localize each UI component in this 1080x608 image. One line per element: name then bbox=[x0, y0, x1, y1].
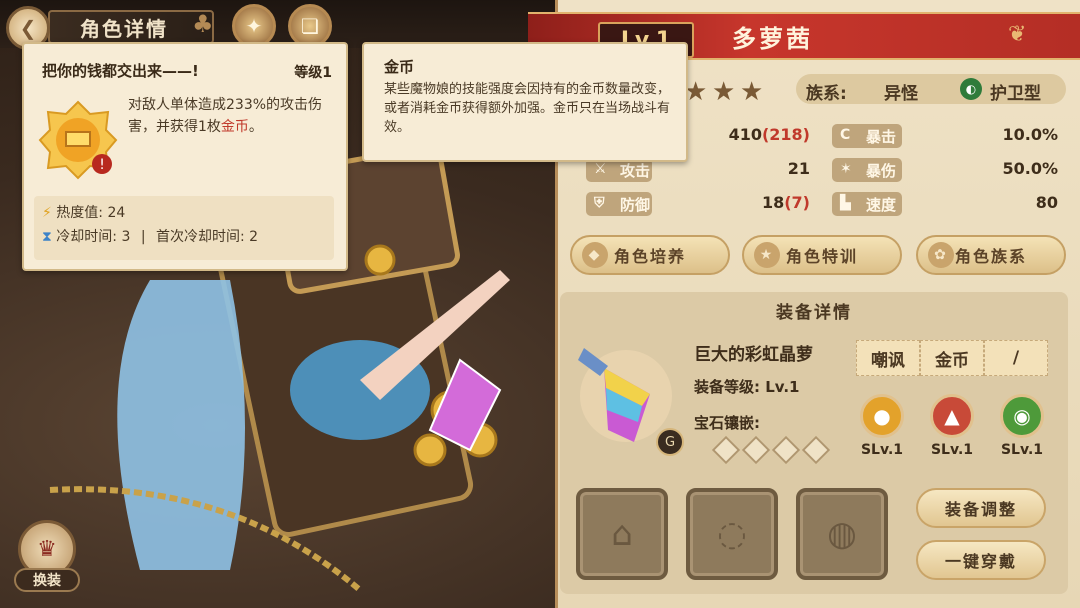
heat-row: ⚡ 热度值: 24 bbox=[42, 205, 126, 221]
character-train-button[interactable]: ◆ 角色培养 bbox=[570, 235, 730, 275]
ring-icon: ◍ bbox=[827, 514, 857, 554]
skill-description: 对敌人单体造成233%的攻击伤害，并获得1枚金币。 bbox=[128, 97, 323, 135]
role-type: 护卫型 bbox=[990, 84, 1041, 104]
swap-outfit-label[interactable]: 换装 bbox=[14, 568, 80, 592]
adjust-equipment-button[interactable]: 装备调整 bbox=[916, 488, 1046, 528]
paw-icon: ✿ bbox=[928, 242, 954, 268]
character-name: 多萝茜 bbox=[732, 24, 813, 53]
cat-icon: ◆ bbox=[582, 242, 608, 268]
equipment-rarity-icon: G bbox=[656, 428, 684, 456]
crit-value: 10.0% bbox=[1002, 125, 1058, 144]
coin-skill-icon[interactable]: ● bbox=[860, 394, 904, 438]
shield-type-icon: ◐ bbox=[960, 78, 982, 100]
star-badge-icon: ★ bbox=[754, 242, 780, 268]
defense-label: ⛨ 防御 bbox=[586, 192, 652, 216]
heart-back-icon: ❮ bbox=[19, 16, 37, 40]
defense-value: 18(7) bbox=[761, 193, 810, 212]
skill-icon: ! bbox=[38, 100, 118, 180]
game-screen: 角色详情 ❮ ♣ ✦ ❏ Lv.1 多萝茜 ❦ ★ ★ ★ 族系: 异怪 ◐ 护… bbox=[0, 0, 1080, 608]
star-icon: ★ bbox=[740, 77, 764, 107]
skill-level: SLv.1 bbox=[930, 442, 974, 458]
skill-title: 把你的钱都交出来——! bbox=[42, 62, 199, 80]
gem-inlay-label: 宝石镶嵌: bbox=[694, 414, 760, 432]
equipment-level: 装备等级: Lv.1 bbox=[694, 378, 800, 396]
gold-coin bbox=[364, 244, 396, 276]
speed-label: ▙ 速度 bbox=[832, 192, 902, 216]
gold-coin bbox=[413, 433, 447, 467]
coin-description: 某些魔物娘的技能强度会因持有的金币数量改变，或者消耗金币获得额外加强。金币只在当… bbox=[384, 82, 671, 135]
ring-slot[interactable]: ◍ bbox=[796, 488, 888, 580]
book-icon: ❏ bbox=[301, 14, 319, 38]
coin-title: 金币 bbox=[384, 58, 415, 76]
hat-slot[interactable]: ⌂ bbox=[576, 488, 668, 580]
character-hair bbox=[117, 280, 245, 570]
crit-icon: C bbox=[840, 127, 851, 143]
character-faction-button[interactable]: ✿ 角色族系 bbox=[916, 235, 1066, 275]
coin-bag-skill-icon[interactable]: ◉ bbox=[1000, 394, 1044, 438]
carrot-skill-icon[interactable]: ▲ bbox=[930, 394, 974, 438]
speed-value: 80 bbox=[1035, 193, 1058, 212]
faction-label: 族系: bbox=[806, 84, 847, 104]
shield-icon: ⛨ bbox=[594, 195, 605, 211]
skill-level: SLv.1 bbox=[1000, 442, 1044, 458]
burst-icon: ✶ bbox=[840, 161, 852, 177]
faction-value: 异怪 bbox=[884, 84, 918, 104]
hourglass-icon: ⧗ bbox=[42, 229, 52, 245]
attack-value: 21 bbox=[787, 159, 810, 178]
ornament-icon: ❦ bbox=[1008, 22, 1027, 47]
hat-icon: ⌂ bbox=[611, 514, 633, 554]
equipment-title: 装备详情 bbox=[776, 303, 852, 323]
equip-all-button[interactable]: 一键穿戴 bbox=[916, 540, 1046, 580]
crit-damage-label: ✶ 暴伤 bbox=[832, 158, 902, 182]
equipment-tag: 金币 bbox=[920, 340, 984, 376]
skill-level-label: 等级1 bbox=[294, 65, 332, 81]
skill-level: SLv.1 bbox=[860, 442, 904, 458]
character-special-training-button[interactable]: ★ 角色特训 bbox=[742, 235, 902, 275]
necklace-slot[interactable]: ◌ bbox=[686, 488, 778, 580]
lightning-icon: ⚡ bbox=[42, 205, 52, 221]
outfit-icon: ♛ bbox=[37, 536, 57, 562]
hp-value: 410(218) bbox=[728, 125, 810, 144]
clover-icon: ♣ bbox=[192, 10, 214, 38]
compass-icon: ✦ bbox=[245, 14, 263, 38]
star-icon: ★ bbox=[712, 77, 736, 107]
equipment-tag: / bbox=[984, 340, 1048, 376]
boot-icon: ▙ bbox=[840, 195, 851, 211]
sword-icon: ⚔ bbox=[594, 161, 607, 177]
crit-label: C 暴击 bbox=[832, 124, 902, 148]
necklace-icon: ◌ bbox=[717, 514, 747, 554]
equipment-name: 巨大的彩虹晶萝 bbox=[694, 345, 813, 365]
skill-tooltip: 把你的钱都交出来——! 等级1 ! 对敌人单体造成233%的攻击伤害，并获得1枚… bbox=[22, 42, 348, 271]
page-title: 角色详情 bbox=[48, 10, 214, 44]
equipment-tag: 嘲讽 bbox=[856, 340, 920, 376]
svg-text:!: ! bbox=[99, 157, 105, 173]
coin-tooltip: 金币 某些魔物娘的技能强度会因持有的金币数量改变，或者消耗金币获得额外加强。金币… bbox=[362, 42, 688, 162]
cooldown-row: ⧗ 冷却时间: 3 | 首次冷却时间: 2 bbox=[42, 229, 259, 245]
crit-damage-value: 50.0% bbox=[1002, 159, 1058, 178]
gold-bar-skill-icon: ! bbox=[38, 100, 118, 180]
